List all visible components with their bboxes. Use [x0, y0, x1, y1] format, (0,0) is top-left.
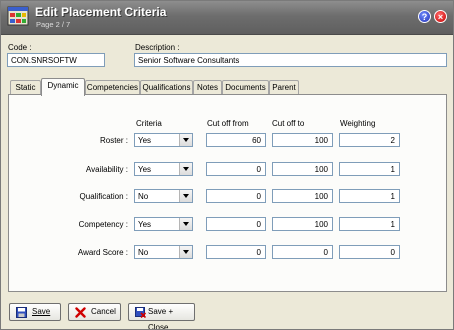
save-button-label: Save: [32, 307, 51, 316]
qualification-criteria-value: No: [138, 192, 149, 201]
competency-cut-off-to-input[interactable]: 100: [272, 217, 333, 231]
cancel-button[interactable]: Cancel: [68, 303, 121, 321]
roster-weighting-input[interactable]: 2: [339, 133, 400, 147]
availability-cut-off-to-input[interactable]: 100: [272, 162, 333, 176]
save-close-button-label: Save + Close: [148, 307, 174, 330]
chevron-down-icon[interactable]: [179, 134, 192, 146]
tab-documents[interactable]: Documents: [222, 80, 269, 95]
tab-static[interactable]: Static: [10, 80, 41, 95]
availability-label: Availability :: [85, 165, 128, 174]
availability-criteria-value: Yes: [138, 165, 152, 174]
chevron-down-icon[interactable]: [179, 246, 192, 258]
chevron-down-icon[interactable]: [179, 190, 192, 202]
page-indicator: Page 2 / 7: [36, 20, 71, 29]
close-button[interactable]: ×: [434, 10, 447, 23]
weighting-column-header: Weighting: [340, 119, 376, 128]
edit-placement-criteria-window: Edit Placement Criteria Page 2 / 7 ? × C…: [0, 0, 454, 330]
code-label: Code :: [8, 43, 32, 52]
window-title: Edit Placement Criteria: [35, 5, 167, 19]
criteria-column-header: Criteria: [136, 119, 162, 128]
availability-cut-off-from-input[interactable]: 0: [206, 162, 266, 176]
qualification-label: Qualification :: [79, 192, 128, 201]
award-score-cut-off-from-input[interactable]: 0: [206, 245, 266, 259]
roster-cut-off-from-input[interactable]: 60: [206, 133, 266, 147]
award-score-criteria-value: No: [138, 248, 149, 257]
availability-criteria-select[interactable]: Yes: [134, 162, 193, 176]
code-field[interactable]: CON.SNRSOFTW: [7, 53, 105, 67]
save-button[interactable]: Save: [9, 303, 61, 321]
tab-parent[interactable]: Parent: [269, 80, 299, 95]
tab-dynamic[interactable]: Dynamic: [41, 78, 85, 96]
award-score-weighting-input[interactable]: 0: [339, 245, 400, 259]
save-close-button[interactable]: Save + Close: [128, 303, 195, 329]
placement-criteria-icon: [7, 5, 29, 27]
cancel-button-label: Cancel: [91, 307, 116, 316]
award-score-criteria-select[interactable]: No: [134, 245, 193, 259]
title-bar[interactable]: Edit Placement Criteria Page 2 / 7 ? ×: [1, 1, 453, 35]
roster-criteria-value: Yes: [138, 136, 152, 145]
roster-criteria-select[interactable]: Yes: [134, 133, 193, 147]
competency-cut-off-from-input[interactable]: 0: [206, 217, 266, 231]
tab-competencies[interactable]: Competencies: [85, 80, 140, 95]
description-label: Description :: [135, 43, 180, 52]
cut-off-to-column-header: Cut off to: [272, 119, 305, 128]
availability-weighting-input[interactable]: 1: [339, 162, 400, 176]
tab-qualifications[interactable]: Qualifications: [140, 80, 193, 95]
competency-label: Competency :: [78, 220, 128, 229]
tab-notes[interactable]: Notes: [193, 80, 222, 95]
competency-criteria-select[interactable]: Yes: [134, 217, 193, 231]
qualification-criteria-select[interactable]: No: [134, 189, 193, 203]
award-score-label: Award Score :: [77, 248, 128, 257]
chevron-down-icon[interactable]: [179, 163, 192, 175]
floppy-disk-icon: [16, 307, 27, 318]
qualification-cut-off-from-input[interactable]: 0: [206, 189, 266, 203]
roster-cut-off-to-input[interactable]: 100: [272, 133, 333, 147]
competency-criteria-value: Yes: [138, 220, 152, 229]
competency-weighting-input[interactable]: 1: [339, 217, 400, 231]
qualification-cut-off-to-input[interactable]: 100: [272, 189, 333, 203]
description-field[interactable]: Senior Software Consultants: [134, 53, 447, 67]
cut-off-from-column-header: Cut off from: [207, 119, 249, 128]
floppy-disk-close-icon: [135, 307, 147, 319]
help-button[interactable]: ?: [418, 10, 431, 23]
roster-label: Roster :: [99, 136, 128, 145]
award-score-cut-off-to-input[interactable]: 0: [272, 245, 333, 259]
qualification-weighting-input[interactable]: 1: [339, 189, 400, 203]
red-x-icon: [75, 307, 86, 318]
chevron-down-icon[interactable]: [179, 218, 192, 230]
